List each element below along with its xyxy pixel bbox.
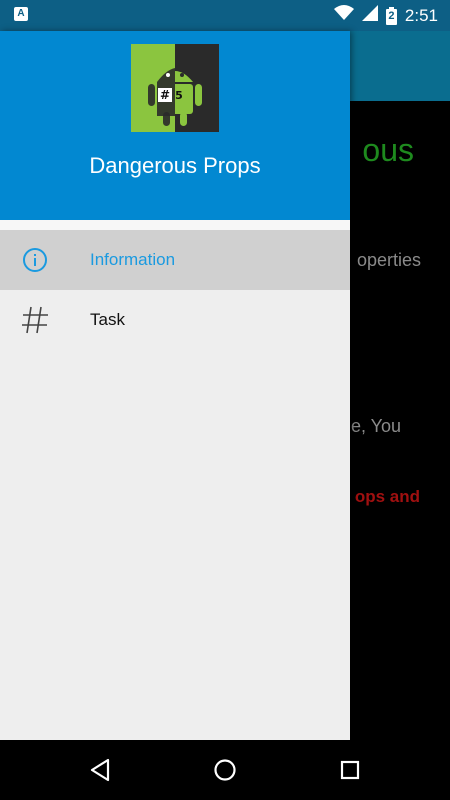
drawer-header: # 5 Dangerous Props xyxy=(0,31,350,220)
battery-icon: 2 xyxy=(385,6,397,25)
svg-text:5: 5 xyxy=(175,89,183,102)
back-button[interactable] xyxy=(84,754,116,786)
status-bar: A 2 2:51 xyxy=(0,0,450,31)
back-icon xyxy=(90,758,110,782)
system-navigation-bar xyxy=(0,740,450,800)
svg-text:#: # xyxy=(160,88,170,102)
home-button[interactable] xyxy=(209,754,241,786)
drawer-item-label: Information xyxy=(90,250,176,269)
drawer-divider xyxy=(0,220,350,230)
signal-icon xyxy=(361,5,378,26)
hashtag-icon xyxy=(17,302,53,338)
drawer-item-task[interactable]: Task xyxy=(0,290,350,350)
drawer-item-information[interactable]: Information xyxy=(0,230,350,290)
app-logo: # 5 xyxy=(131,44,219,132)
notification-icon: A xyxy=(14,7,28,21)
status-icons: 2 2:51 xyxy=(333,0,438,31)
wifi-icon xyxy=(333,5,354,26)
battery-label: 2 xyxy=(388,9,395,22)
navigation-drawer: # 5 Dangerous Props Information Task xyxy=(0,31,350,740)
status-time: 2:51 xyxy=(404,5,438,25)
home-icon xyxy=(214,759,236,781)
drawer-title: Dangerous Props xyxy=(89,153,261,178)
recents-button[interactable] xyxy=(334,754,366,786)
info-icon xyxy=(17,242,53,278)
drawer-item-label: Task xyxy=(90,310,125,329)
recents-icon xyxy=(340,760,360,780)
